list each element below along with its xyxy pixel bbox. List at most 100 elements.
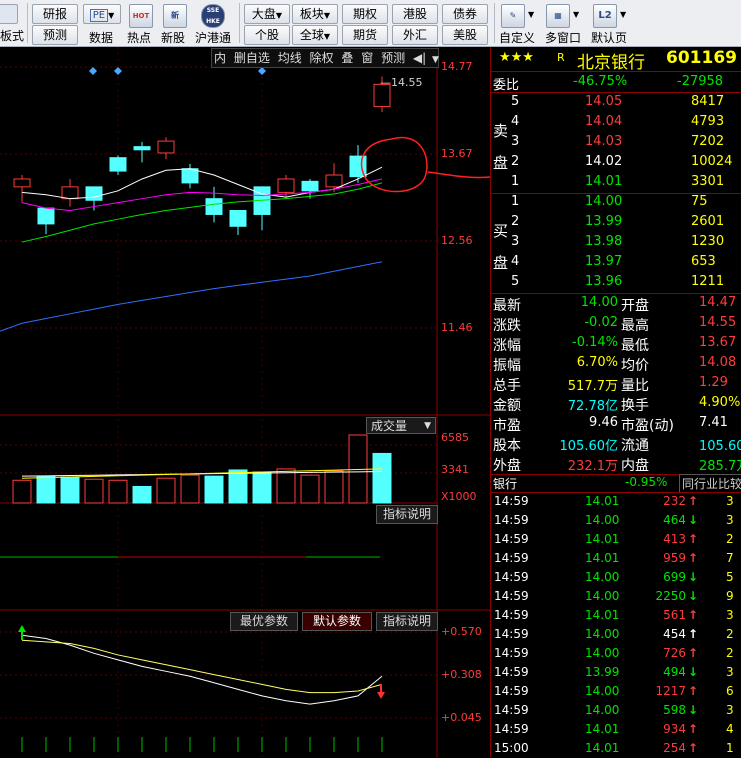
tick-price: 14.00 bbox=[585, 684, 620, 698]
custom-icon[interactable]: ✎ bbox=[501, 4, 525, 28]
us-stocks-button[interactable]: 美股 bbox=[442, 25, 488, 45]
stat-label: 外盘 bbox=[493, 458, 521, 474]
forex-button[interactable]: 外汇 bbox=[392, 25, 438, 45]
sell-signal-arrow-icon bbox=[377, 684, 385, 699]
arrow-up-icon: ↑ bbox=[688, 684, 699, 698]
options-button[interactable]: 期权 bbox=[342, 4, 388, 24]
sell-price[interactable]: 14.03 bbox=[585, 134, 622, 149]
kline-chart[interactable] bbox=[0, 47, 490, 758]
stat-value: 13.67 bbox=[699, 335, 737, 350]
speaker-icon[interactable]: ◀| bbox=[411, 51, 428, 65]
sell-level: 1 bbox=[511, 174, 520, 189]
sell-price[interactable]: 14.04 bbox=[585, 114, 622, 129]
chart-tool-exright[interactable]: 除权 bbox=[308, 51, 336, 65]
volume-axis-label: 3341 bbox=[441, 463, 469, 476]
candle-body bbox=[37, 207, 55, 225]
hot-icon[interactable]: HOT bbox=[129, 4, 153, 28]
research-button[interactable]: 研报 bbox=[32, 4, 78, 24]
rating-stars: ★★★ bbox=[499, 50, 534, 65]
tab-default-params[interactable]: 默认参数 bbox=[302, 612, 372, 631]
tab-indicator-help[interactable]: 指标说明 bbox=[376, 612, 438, 631]
chart-tool-window[interactable]: 窗 bbox=[359, 51, 375, 65]
event-marker-icon bbox=[114, 67, 122, 75]
hot-label[interactable]: 热点 bbox=[127, 29, 151, 46]
tick-time: 14:59 bbox=[494, 665, 529, 679]
stat-value: 14.47 bbox=[699, 295, 737, 310]
tick-time: 14:59 bbox=[494, 532, 529, 546]
sell-volume: 4793 bbox=[691, 114, 725, 129]
chart-tool-forecast[interactable]: 预测 bbox=[379, 51, 407, 65]
multi-window-label[interactable]: 多窗口 bbox=[545, 29, 581, 46]
sector-button[interactable]: 板块▼ bbox=[292, 4, 338, 24]
sector-name[interactable]: 银行 bbox=[493, 475, 517, 492]
stat-label: 涨跌 bbox=[493, 318, 521, 334]
hk-connect-icon[interactable]: SSE HKE bbox=[201, 4, 225, 28]
tick-price: 14.00 bbox=[585, 589, 620, 603]
stat-label: 股本 bbox=[493, 438, 521, 454]
buy-price[interactable]: 13.97 bbox=[585, 254, 622, 269]
global-button[interactable]: 全球▼ bbox=[292, 25, 338, 45]
sell-price[interactable]: 14.01 bbox=[585, 174, 622, 189]
chart-tool-ma[interactable]: 均线 bbox=[276, 51, 304, 65]
peer-compare-button[interactable]: 同行业比较 bbox=[679, 474, 741, 493]
stat-label: 最低 bbox=[621, 338, 649, 354]
chevron-down-icon[interactable]: ▼ bbox=[432, 55, 439, 65]
chevron-down-icon[interactable]: ▼ bbox=[620, 10, 626, 19]
sector-label: 板块 bbox=[299, 7, 324, 21]
sell-level: 3 bbox=[511, 134, 520, 149]
multi-window-icon[interactable]: ▦ bbox=[546, 4, 570, 28]
stat-value: -0.14% bbox=[572, 335, 618, 350]
market-overview-button[interactable]: 大盘▼ bbox=[244, 4, 290, 24]
hk-stocks-button[interactable]: 港股 bbox=[392, 4, 438, 24]
hk-connect-label[interactable]: 沪港通 bbox=[195, 29, 231, 46]
stat-value: 9.46 bbox=[589, 415, 618, 430]
custom-label[interactable]: 自定义 bbox=[499, 29, 535, 46]
layout-button[interactable] bbox=[0, 4, 18, 24]
default-page-label[interactable]: 默认页 bbox=[591, 29, 627, 46]
chevron-down-icon[interactable]: ▼ bbox=[528, 10, 534, 19]
chevron-down-icon: ▼ bbox=[275, 11, 283, 20]
volume-panel-selector[interactable]: 成交量 ▼ bbox=[366, 417, 436, 434]
buy-price[interactable]: 13.96 bbox=[585, 274, 622, 289]
buy-price[interactable]: 13.99 bbox=[585, 214, 622, 229]
stat-value: 232.1万 bbox=[567, 459, 618, 474]
tick-tail: 3 bbox=[726, 513, 734, 527]
buy-volume: 1211 bbox=[691, 274, 725, 289]
tick-volume: 1217 bbox=[655, 684, 686, 698]
divider bbox=[491, 293, 741, 294]
stock-name: 北京银行 bbox=[577, 53, 645, 73]
tick-volume: 726 bbox=[663, 646, 686, 660]
stat-value: 105.60亿 bbox=[699, 439, 741, 454]
chart-tool-inner[interactable]: 内 bbox=[212, 51, 228, 65]
kline-chart-area[interactable]: 14.77 13.67 12.56 11.46 —14.55 内 删自选 均线 … bbox=[0, 47, 490, 758]
stat-value: 517.7万 bbox=[567, 379, 618, 394]
sell-price[interactable]: 14.02 bbox=[585, 154, 622, 169]
buy-price[interactable]: 14.00 bbox=[585, 194, 622, 209]
volume-axis-label: 6585 bbox=[441, 431, 469, 444]
arrow-up-icon: ↑ bbox=[688, 551, 699, 565]
volume-help-button[interactable]: 指标说明 bbox=[376, 505, 438, 524]
new-stock-icon[interactable]: 新 bbox=[163, 4, 187, 28]
forecast-button[interactable]: 预测 bbox=[32, 25, 78, 45]
volume-bar bbox=[12, 479, 32, 504]
sell-level: 2 bbox=[511, 154, 520, 169]
bonds-button[interactable]: 债券 bbox=[442, 4, 488, 24]
data-label[interactable]: 数据 bbox=[89, 29, 113, 46]
market-overview-label: 大盘 bbox=[251, 7, 276, 21]
chart-tool-remove-fav[interactable]: 删自选 bbox=[232, 51, 272, 65]
chevron-down-icon[interactable]: ▼ bbox=[573, 10, 579, 19]
indicator-axis-label: +0.045 bbox=[441, 711, 482, 724]
sell-price[interactable]: 14.05 bbox=[585, 94, 622, 109]
l2-icon[interactable]: L2 bbox=[593, 4, 617, 28]
stock-code: 601169 bbox=[666, 48, 737, 68]
tab-optimal-params[interactable]: 最优参数 bbox=[230, 612, 298, 631]
chart-tool-overlay[interactable]: 叠 bbox=[339, 51, 355, 65]
futures-button[interactable]: 期货 bbox=[342, 25, 388, 45]
new-stock-label[interactable]: 新股 bbox=[161, 29, 185, 46]
pe-button[interactable]: PE ▼ bbox=[83, 4, 121, 24]
tick-tail: 9 bbox=[726, 589, 734, 603]
stock-button[interactable]: 个股 bbox=[244, 25, 290, 45]
stat-label: 涨幅 bbox=[493, 338, 521, 354]
buy-price[interactable]: 13.98 bbox=[585, 234, 622, 249]
tick-time: 15:00 bbox=[494, 741, 529, 755]
